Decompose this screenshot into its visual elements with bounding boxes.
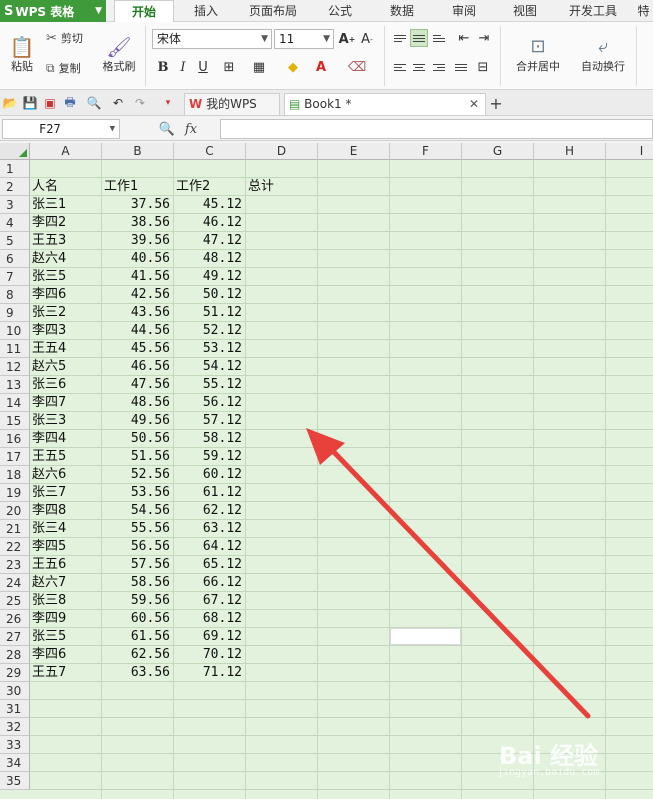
align-top-icon[interactable]	[391, 29, 409, 47]
font-color-icon[interactable]: A	[312, 58, 330, 76]
underline-button[interactable]: U	[194, 58, 212, 76]
export-pdf-icon[interactable]: ▣	[42, 95, 58, 111]
paste-button[interactable]: 📋 粘贴	[4, 28, 40, 82]
decrease-font-icon[interactable]: A-	[358, 30, 376, 48]
align-left-icon[interactable]	[391, 58, 409, 76]
copy-button[interactable]: ⧉ 复制	[46, 58, 96, 78]
tab-data[interactable]: 数据	[374, 0, 430, 22]
format-painter-button[interactable]: 🖌 格式刷	[98, 28, 140, 82]
chevron-down-icon: ▼	[261, 34, 268, 44]
fill-pattern-icon[interactable]: ▦	[250, 58, 268, 76]
print-icon[interactable]: 🖶	[62, 95, 78, 111]
clear-format-icon[interactable]: ⌫	[348, 58, 366, 76]
tab-page-layout[interactable]: 页面布局	[240, 0, 306, 22]
spreadsheet-grid[interactable]: A B C D E F G H I 1 2 3 4 5 6 7 8 9 10 11 12 13 14 15 16 17 18 19 20…	[0, 143, 653, 799]
spreadsheet-icon: ▤	[289, 97, 301, 111]
arrow-shaft	[327, 445, 591, 719]
formula-bar: F27 ▼ 🔍 fx	[0, 117, 653, 141]
tab-home[interactable]: 开始	[114, 0, 174, 23]
merge-cells-icon: ⊡	[530, 36, 546, 57]
ribbon-separator	[636, 26, 637, 86]
font-size-select[interactable]: 11 ▼	[274, 29, 334, 49]
ribbon: 📋 粘贴 ✂ 剪切 ⧉ 复制 🖌 格式刷 宋体 ▼ 11 ▼ A + A- B I…	[0, 22, 653, 90]
align-center-icon[interactable]	[410, 58, 428, 76]
italic-button[interactable]: I	[174, 58, 192, 76]
zoom-search-icon[interactable]: 🔍	[158, 120, 176, 138]
cut-button[interactable]: ✂ 剪切	[46, 28, 96, 48]
tab-formulas[interactable]: 公式	[314, 0, 366, 22]
fx-icon[interactable]: fx	[182, 120, 200, 138]
ribbon-separator	[500, 26, 501, 86]
borders-icon[interactable]: ⊞	[220, 58, 238, 76]
align-middle-icon[interactable]	[410, 29, 428, 47]
tab-review[interactable]: 审阅	[438, 0, 490, 22]
baidu-watermark-url: jingyan.baidu.com	[497, 767, 600, 778]
copy-icon: ⧉	[46, 60, 55, 75]
open-folder-icon[interactable]: 📂	[2, 95, 18, 111]
annotation-arrow	[306, 428, 591, 719]
tab-special[interactable]: 特	[634, 0, 653, 22]
menu-bar: S WPS 表格 ▼ 开始 插入 页面布局 公式 数据 审阅 视图 开发工具 特	[0, 0, 653, 23]
tab-book1[interactable]: ▤ Book1 * ✕	[284, 93, 486, 115]
app-name: WPS 表格	[15, 4, 75, 19]
close-icon[interactable]: ✕	[469, 94, 479, 114]
tab-view[interactable]: 视图	[498, 0, 552, 22]
brush-icon: 🖌	[106, 35, 132, 59]
align-right-icon[interactable]	[430, 58, 448, 76]
undo-icon[interactable]: ↶	[110, 95, 126, 111]
bold-button[interactable]: B	[154, 58, 172, 76]
ribbon-separator	[384, 26, 385, 86]
tab-my-wps[interactable]: W 我的WPS	[184, 93, 280, 115]
chevron-down-icon: ▼	[323, 34, 330, 44]
tab-developer[interactable]: 开发工具	[560, 0, 626, 22]
merge-center-button[interactable]: ⊡ 合并居中	[506, 28, 570, 82]
scissors-icon: ✂	[46, 30, 57, 46]
paste-icon: 📋	[9, 35, 35, 59]
print-preview-icon[interactable]: 🔍	[86, 95, 102, 111]
baidu-watermark: Bai 经验	[499, 742, 599, 770]
chevron-down-icon: ▼	[95, 6, 102, 16]
new-tab-icon[interactable]: +	[488, 94, 504, 113]
chevron-down-icon: ▼	[109, 124, 115, 134]
increase-font-icon[interactable]: A +	[338, 30, 356, 48]
redo-icon[interactable]: ↷	[132, 95, 148, 111]
save-icon[interactable]: 💾	[22, 95, 38, 111]
font-name-select[interactable]: 宋体 ▼	[152, 29, 272, 49]
wps-w-icon: W	[189, 97, 203, 111]
wrap-text-icon: ⤶	[597, 36, 609, 57]
ribbon-separator	[145, 26, 146, 86]
distributed-icon[interactable]: ⊟	[474, 58, 492, 76]
name-box[interactable]: F27 ▼	[2, 119, 120, 139]
tab-insert[interactable]: 插入	[180, 0, 232, 22]
decrease-indent-icon[interactable]: ⇤	[455, 29, 473, 47]
increase-indent-icon[interactable]: ⇥	[475, 29, 493, 47]
app-menu-button[interactable]: S WPS 表格 ▼	[0, 0, 106, 22]
align-bottom-icon[interactable]	[430, 29, 448, 47]
formula-input[interactable]	[220, 119, 653, 139]
quick-access-toolbar: 📂 💾 ▣ 🖶 🔍 ↶ ↷ ▾ W 我的WPS ▤ Book1 * ✕ +	[0, 90, 653, 116]
wps-logo-icon: S	[4, 3, 14, 19]
customize-toolbar-icon[interactable]: ▾	[160, 95, 176, 111]
justify-icon[interactable]	[452, 58, 470, 76]
fill-color-icon[interactable]: ◆	[284, 58, 302, 76]
wrap-text-button[interactable]: ⤶ 自动换行	[574, 28, 632, 82]
